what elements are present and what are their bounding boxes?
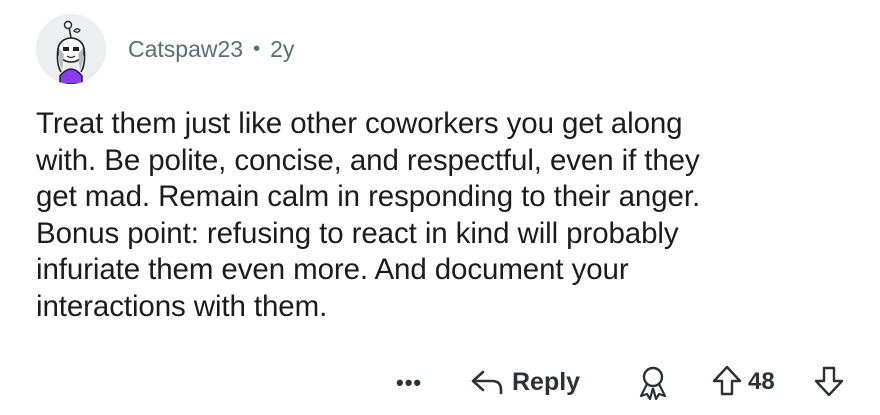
comment-body-line: interactions with them. xyxy=(36,289,328,323)
comment-body-line: get mad. Remain calm in responding to th… xyxy=(36,180,701,213)
avatar[interactable] xyxy=(36,14,106,84)
meta-separator: • xyxy=(253,37,261,60)
award-icon xyxy=(639,366,667,401)
comment-header: Catspaw23 • 2y xyxy=(36,14,294,84)
reply-button[interactable]: Reply xyxy=(470,366,580,398)
comment-body-line: Bonus point: refusing to react in kind w… xyxy=(36,216,679,250)
comment-actions: ••• Reply 48 xyxy=(0,362,880,402)
reply-arrow-icon xyxy=(471,370,503,395)
upvote-button[interactable] xyxy=(712,364,742,403)
more-options-button[interactable]: ••• xyxy=(396,370,422,396)
snoo-avatar-icon xyxy=(36,14,106,84)
comment-body-line: Treat them just like other coworkers you… xyxy=(36,107,683,140)
vote-score: 48 xyxy=(748,368,775,395)
comment-body: Treat them just like other coworkers you… xyxy=(36,106,866,325)
username[interactable]: Catspaw23 xyxy=(128,36,243,63)
award-button[interactable] xyxy=(636,364,670,405)
reply-label: Reply xyxy=(512,367,581,396)
comment-body-line: infuriate them even more. And document y… xyxy=(36,253,629,286)
comment-age: 2y xyxy=(270,35,295,62)
comment-body-line: with. Be polite, concise, and respectful… xyxy=(36,143,700,177)
comment: Catspaw23 • 2y Treat them just like othe… xyxy=(0,0,880,415)
downvote-arrow-icon xyxy=(814,366,844,397)
downvote-button[interactable] xyxy=(814,364,844,403)
upvote-arrow-icon xyxy=(712,365,742,396)
